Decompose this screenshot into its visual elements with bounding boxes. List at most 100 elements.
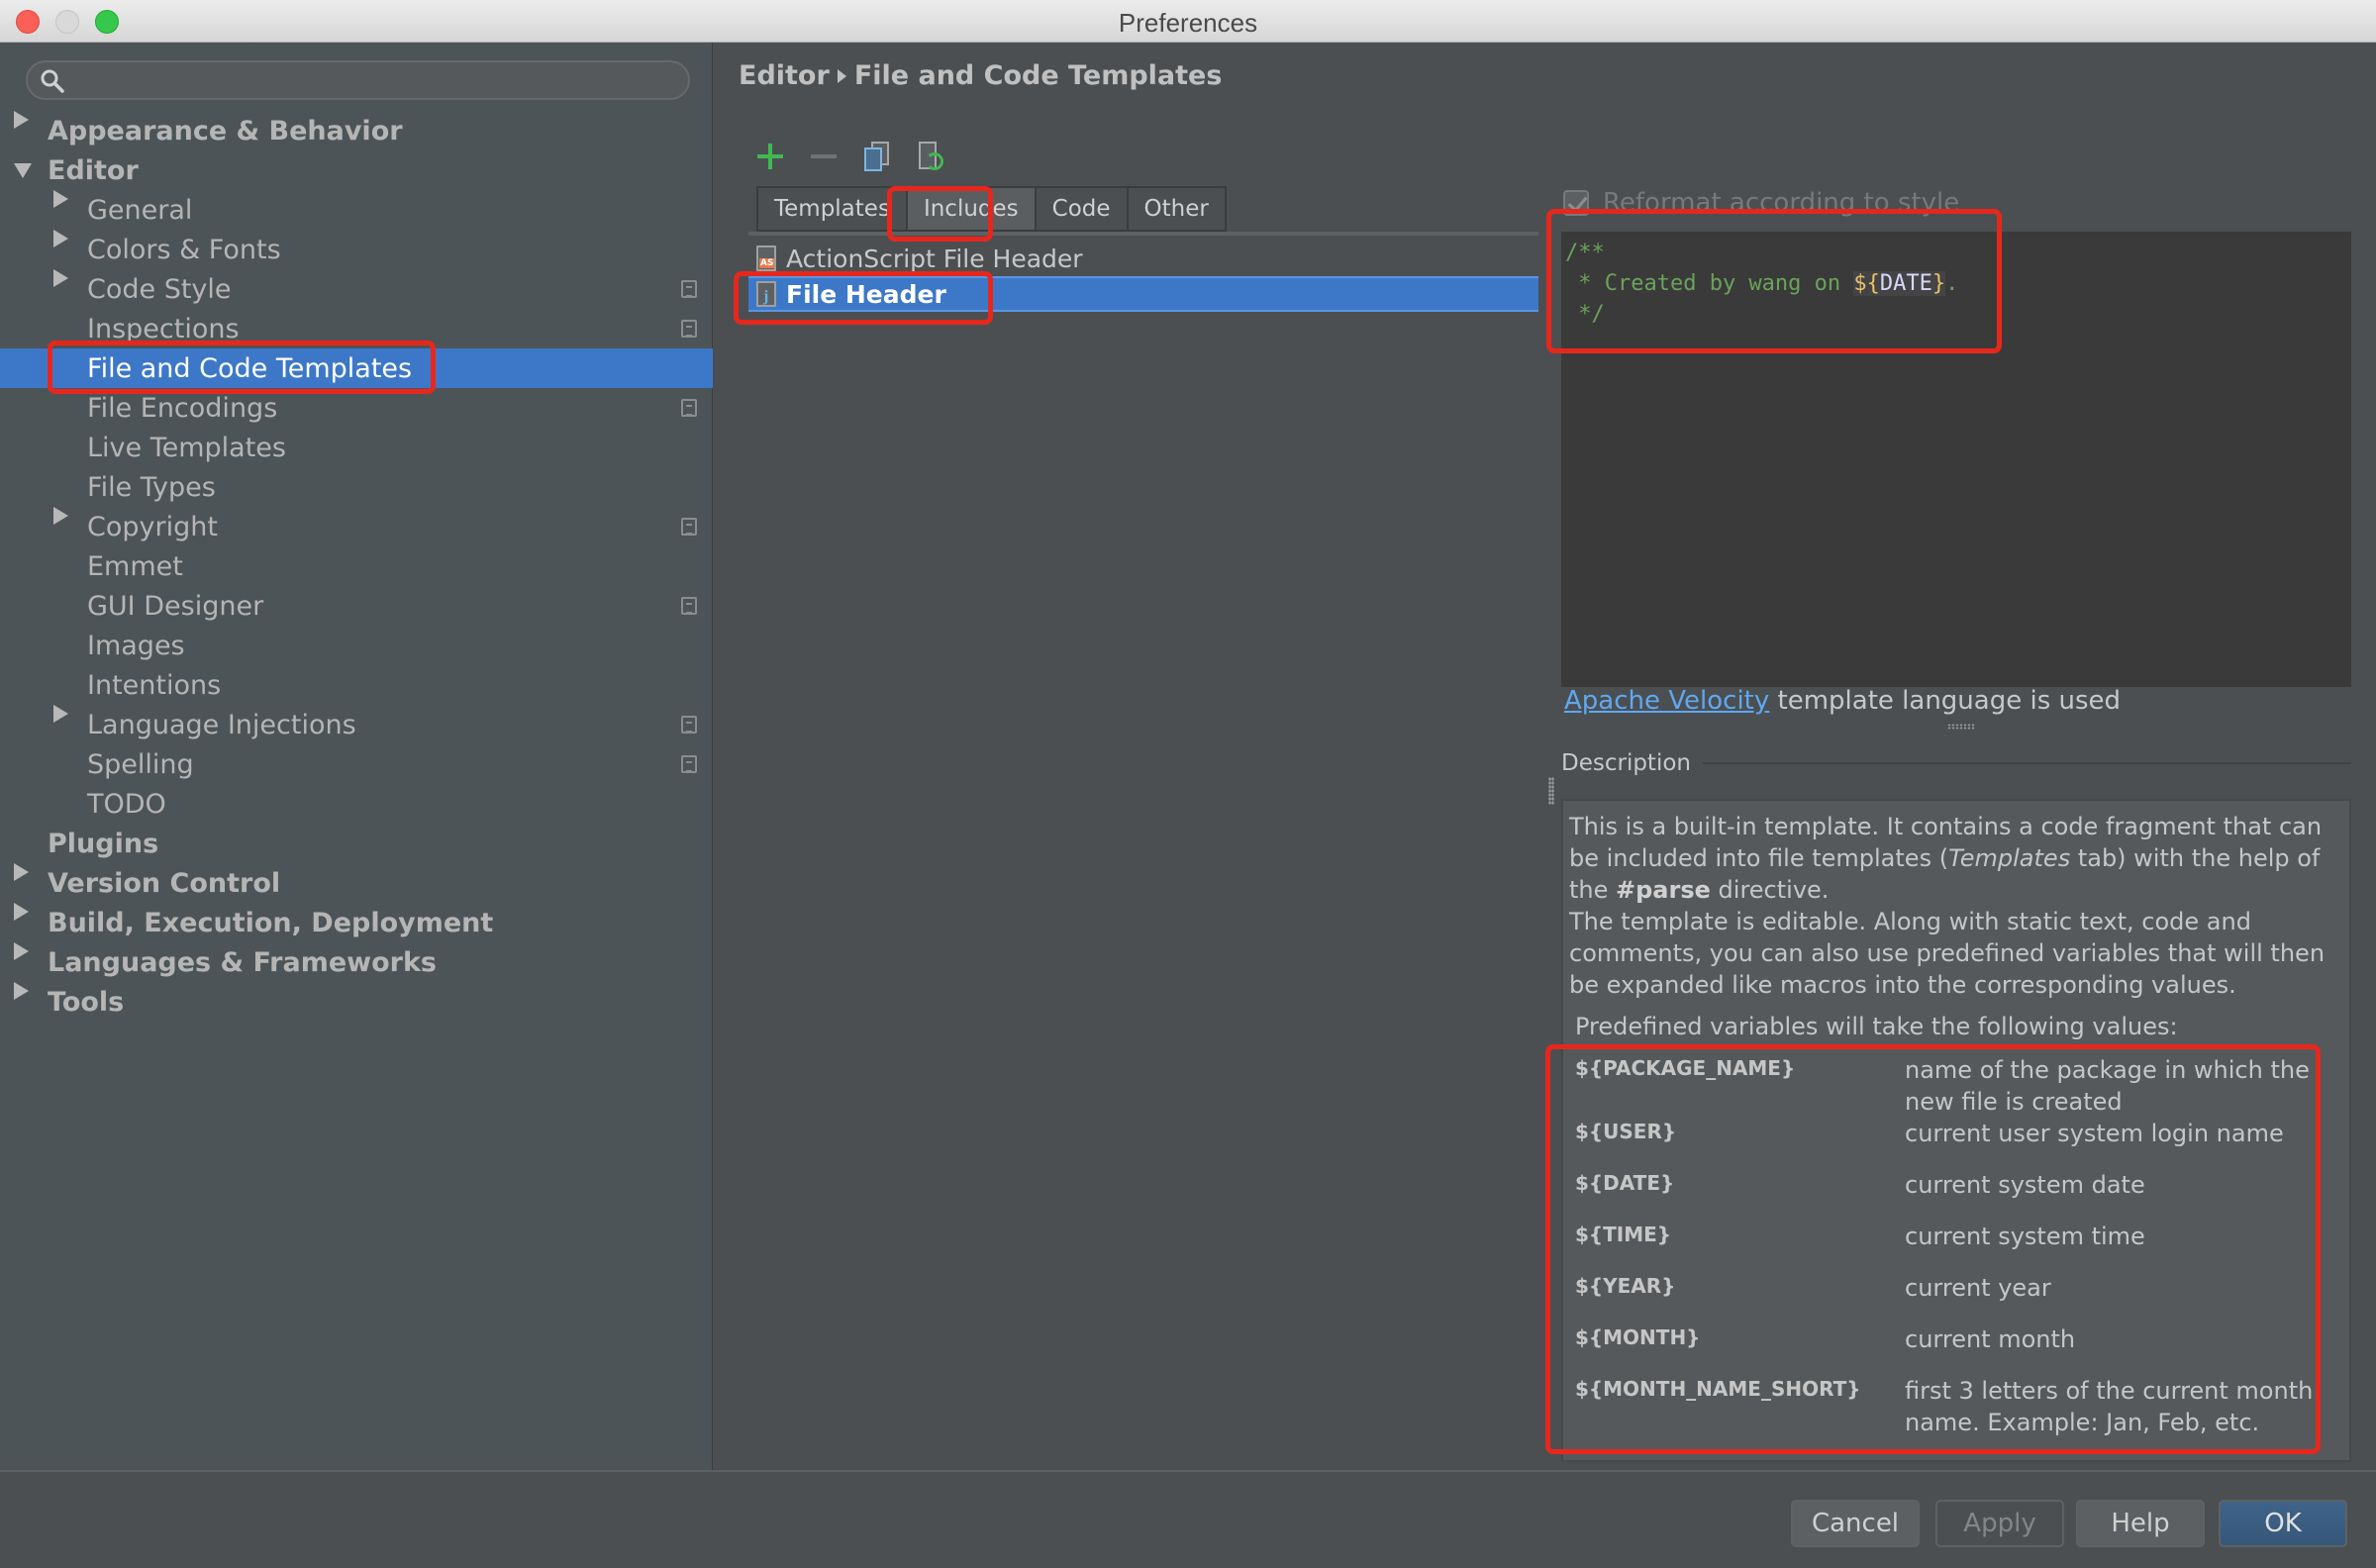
sidebar-item-label: General [87, 194, 193, 226]
cancel-button[interactable]: Cancel [1791, 1500, 1920, 1547]
sidebar-item-copyright[interactable]: Copyright [0, 507, 713, 546]
template-detail-panel: Reformat according to style /** * Create… [1545, 43, 2376, 1470]
sidebar-item-file-and-code-templates[interactable]: File and Code Templates [0, 348, 713, 388]
variable-description: first 3 letters of the current month nam… [1905, 1377, 2314, 1436]
sidebar-item-todo[interactable]: TODO [0, 784, 713, 824]
apply-button[interactable]: Apply [1935, 1500, 2064, 1547]
sidebar-item-label: Editor [48, 154, 139, 186]
chevron-right-icon[interactable] [53, 705, 68, 723]
chevron-right-icon[interactable] [14, 942, 29, 960]
actionscript-file-icon: AS [756, 245, 776, 271]
chevron-down-icon[interactable] [14, 162, 32, 178]
sidebar-item-code-style[interactable]: Code Style [0, 269, 713, 309]
chevron-right-icon[interactable] [53, 507, 68, 525]
template-list-item[interactable]: AS ActionScript File Header [748, 241, 1538, 276]
sidebar-item-version-control[interactable]: Version Control [0, 863, 713, 903]
sidebar-item-plugins[interactable]: Plugins [0, 824, 713, 863]
template-list-item-label: File Header [786, 279, 946, 309]
ok-button[interactable]: OK [2219, 1500, 2347, 1547]
template-code-editor[interactable]: /** * Created by wang on ${DATE}. */ [1561, 232, 2351, 687]
variables-table: ${PACKAGE_NAME} name of the package in wh… [1575, 1054, 2343, 1438]
reformat-label: Reformat according to style [1603, 188, 1960, 218]
variable-description: current month [1905, 1325, 2076, 1353]
sidebar-item-editor[interactable]: Editor [0, 150, 713, 190]
chevron-right-icon[interactable] [53, 269, 68, 287]
reformat-checkbox[interactable] [1563, 190, 1589, 216]
variable-row: ${USER} current user system login name [1575, 1118, 2343, 1169]
sidebar-item-label: File Types [87, 471, 216, 503]
breadcrumb-current: File and Code Templates [853, 60, 1223, 91]
search-input[interactable] [73, 64, 672, 96]
search-field[interactable] [26, 60, 690, 100]
splitter-handle-horizontal[interactable] [1947, 724, 1975, 730]
chevron-right-icon[interactable] [53, 190, 68, 208]
sidebar-item-file-types[interactable]: File Types [0, 467, 713, 507]
sidebar-item-label: GUI Designer [87, 590, 264, 622]
code-var-name: DATE [1879, 271, 1932, 296]
variable-row: ${PACKAGE_NAME} name of the package in wh… [1575, 1054, 2343, 1118]
breadcrumb-parent: Editor [739, 60, 830, 91]
chevron-right-icon[interactable] [14, 903, 29, 921]
sidebar-item-label: Language Injections [87, 709, 356, 740]
chevron-right-icon[interactable] [53, 230, 68, 247]
project-settings-icon [681, 597, 697, 615]
reformat-checkbox-row[interactable]: Reformat according to style [1563, 188, 1959, 218]
description-p2: The template is editable. Along with sta… [1569, 908, 2326, 999]
chevron-right-icon[interactable] [14, 863, 29, 881]
tab-includes[interactable]: Includes [907, 188, 1037, 230]
sidebar-item-label: Appearance & Behavior [48, 115, 403, 147]
reset-icon[interactable] [914, 140, 947, 173]
template-list-item[interactable]: j File Header [748, 276, 1538, 312]
sidebar-item-general[interactable]: General [0, 190, 713, 230]
sidebar-item-colors-fonts[interactable]: Colors & Fonts [0, 230, 713, 269]
variable-description: current user system login name [1905, 1120, 2284, 1147]
dialog-footer: Cancel Apply Help OK [0, 1470, 2376, 1568]
sidebar-item-language-injections[interactable]: Language Injections [0, 705, 713, 744]
java-file-icon: j [756, 281, 776, 307]
sidebar-item-inspections[interactable]: Inspections [0, 309, 713, 348]
sidebar-item-label: Tools [48, 986, 125, 1018]
sidebar-item-gui-designer[interactable]: GUI Designer [0, 586, 713, 626]
tab-templates[interactable]: Templates [758, 188, 908, 230]
sidebar-item-intentions[interactable]: Intentions [0, 665, 713, 705]
help-button[interactable]: Help [2076, 1500, 2205, 1547]
breadcrumb: Editor File and Code Templates [739, 60, 1222, 91]
project-settings-icon [681, 755, 697, 773]
description-label: Description [1561, 750, 1691, 776]
sidebar-item-languages-frameworks[interactable]: Languages & Frameworks [0, 942, 713, 982]
sidebar-item-appearance-behavior[interactable]: Appearance & Behavior [0, 111, 713, 150]
variable-name: ${YEAR} [1575, 1274, 1676, 1298]
variable-row: ${MONTH_NAME_SHORT} first 3 letters of th… [1575, 1375, 2343, 1438]
variable-name: ${PACKAGE_NAME} [1575, 1056, 1796, 1080]
apache-velocity-link[interactable]: Apache Velocity [1564, 686, 1769, 716]
minus-icon[interactable] [807, 140, 841, 173]
code-var-open: ${ [1853, 271, 1880, 296]
chevron-right-icon[interactable] [14, 111, 29, 129]
description-text: This is a built-in template. It contains… [1569, 811, 2343, 1001]
sidebar-item-label: TODO [87, 788, 166, 820]
tab-other[interactable]: Other [1128, 188, 1225, 230]
plus-icon[interactable] [753, 140, 787, 173]
predefined-intro: Predefined variables will take the follo… [1575, 1013, 2178, 1040]
description-p1-bold: #parse [1616, 876, 1711, 904]
tab-code[interactable]: Code [1036, 188, 1129, 230]
tabs-divider [748, 232, 1538, 236]
sidebar-item-file-encodings[interactable]: File Encodings [0, 388, 713, 428]
sidebar-item-emmet[interactable]: Emmet [0, 546, 713, 586]
templates-toolbar [753, 140, 947, 173]
description-divider [1703, 762, 2351, 764]
sidebar-item-tools[interactable]: Tools [0, 982, 713, 1022]
velocity-text: template language is used [1769, 686, 2122, 716]
description-section-label: Description [1561, 750, 2351, 776]
copy-icon[interactable] [860, 140, 894, 173]
velocity-note: Apache Velocity template language is use… [1564, 686, 2121, 716]
sidebar-item-images[interactable]: Images [0, 626, 713, 665]
code-line-3: */ [1565, 302, 1605, 327]
sidebar-item-spelling[interactable]: Spelling [0, 744, 713, 784]
sidebar-item-live-templates[interactable]: Live Templates [0, 428, 713, 467]
template-list-item-label: ActionScript File Header [786, 244, 1083, 273]
splitter-handle-vertical[interactable] [1548, 777, 1554, 805]
sidebar-item-build-execution-deployment[interactable]: Build, Execution, Deployment [0, 903, 713, 942]
chevron-right-icon[interactable] [14, 982, 29, 1000]
variable-row: ${YEAR} current year [1575, 1272, 2343, 1323]
